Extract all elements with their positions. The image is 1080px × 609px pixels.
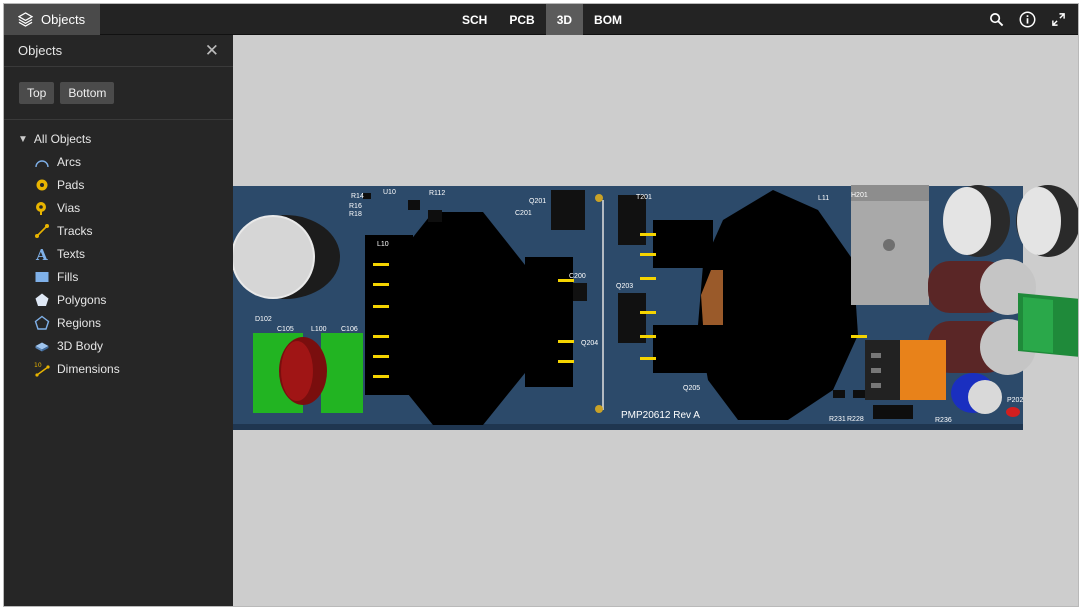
tree-item-fills[interactable]: Fills [4,265,233,288]
toolbar-right [987,4,1068,35]
tree-item-3d-body[interactable]: 3D Body [4,334,233,357]
track-icon [34,223,50,239]
tab-pcb[interactable]: PCB [498,4,545,35]
tree-item-vias[interactable]: Vias [4,196,233,219]
ref-label: U10 [383,189,396,196]
ref-label: H201 [851,192,868,199]
top-button[interactable]: Top [19,82,55,104]
ref-label: P202 [1007,397,1023,404]
tree-root-all-objects[interactable]: ▼ All Objects [4,132,233,146]
polygon-icon [34,292,50,308]
svg-text:A: A [35,246,48,262]
tree-item-label: Fills [57,269,79,284]
ref-label: R236 [935,417,952,424]
info-icon[interactable] [1018,10,1037,29]
via-icon [34,200,50,216]
sidebar-title: Objects [18,43,63,58]
tab-bom[interactable]: BOM [583,4,633,35]
ref-label: Q203 [616,283,633,290]
tree-item-regions[interactable]: Regions [4,311,233,334]
tab-sch[interactable]: SCH [451,4,498,35]
tree-item-texts[interactable]: A Texts [4,242,233,265]
tree-item-label: Dimensions [57,361,120,376]
tree-item-dimensions[interactable]: 10 Dimensions [4,357,233,380]
bottom-button[interactable]: Bottom [60,82,115,104]
region-icon [34,315,50,331]
ref-label: D102 [255,316,272,323]
ref-label: T201 [636,194,652,201]
dimension-icon: 10 [34,361,50,377]
ic-u201 [551,190,585,230]
ref-label: L10 [377,241,389,248]
ref-label: R14 [351,193,364,200]
board-title: PMP20612 Rev A [621,410,700,421]
ref-label: C201 [515,210,532,217]
objects-panel-toggle[interactable]: Objects [4,4,100,35]
ref-label: L11 [818,195,829,202]
tree-item-label: Vias [57,200,81,215]
close-icon[interactable]: ✕ [205,42,219,59]
arc-icon [34,154,50,170]
fullscreen-icon[interactable] [1049,10,1068,29]
top-bar: Objects SCH PCB 3D BOM [4,4,1078,35]
ref-label: R18 [349,211,362,218]
3d-body-icon [34,338,50,354]
choke-right [321,333,363,413]
tab-3d[interactable]: 3D [545,4,584,35]
layers-icon [18,12,33,27]
tree-item-pads[interactable]: Pads [4,173,233,196]
ref-label: Q201 [529,198,546,205]
ref-label: R16 [349,203,362,210]
ref-label: R228 [847,416,864,423]
ref-label: C200 [569,273,586,280]
search-icon[interactable] [987,10,1006,29]
objects-tab-label: Objects [41,12,86,27]
ref-label: C105 [277,326,294,333]
ref-label: Q204 [581,340,598,347]
view-tabs: SCH PCB 3D BOM [451,4,633,35]
tree-item-label: Polygons [57,292,107,307]
ref-label: R231 [829,416,846,423]
pad-icon [34,177,50,193]
text-icon: A [34,246,50,262]
tree-item-label: Arcs [57,154,81,169]
tree-item-label: Pads [57,177,85,192]
tree-item-label: Regions [57,315,102,330]
svg-text:10: 10 [34,362,42,369]
3d-viewport[interactable]: D102 C105 L100 C106 C200 Q204 Q203 T201 … [233,35,1079,607]
tree-item-label: 3D Body [57,338,104,353]
objects-sidebar: Objects ✕ Top Bottom ▼ All Objects Arcs … [4,35,233,606]
sidebar-header: Objects ✕ [4,35,233,67]
side-toggle-buttons: Top Bottom [4,67,233,120]
tree-item-polygons[interactable]: Polygons [4,288,233,311]
object-type-list: Arcs Pads Vias Tracks A Texts Fills Poly… [4,150,233,380]
fill-icon [34,269,50,285]
chevron-down-icon[interactable]: ▼ [18,134,28,145]
ref-label: R112 [429,190,445,197]
tree-item-tracks[interactable]: Tracks [4,219,233,242]
tree-root-label: All Objects [33,132,92,146]
ref-label: L100 [311,326,327,333]
ref-label: C106 [341,326,358,333]
ref-label: Q205 [683,385,700,392]
pcb-3d-render[interactable]: D102 C105 L100 C106 C200 Q204 Q203 T201 … [233,35,1079,607]
tree-item-label: Texts [57,246,86,261]
app-window: Objects SCH PCB 3D BOM Objects ✕ Top Bot… [3,3,1079,607]
tree-item-label: Tracks [57,223,93,238]
tree-item-arcs[interactable]: Arcs [4,150,233,173]
